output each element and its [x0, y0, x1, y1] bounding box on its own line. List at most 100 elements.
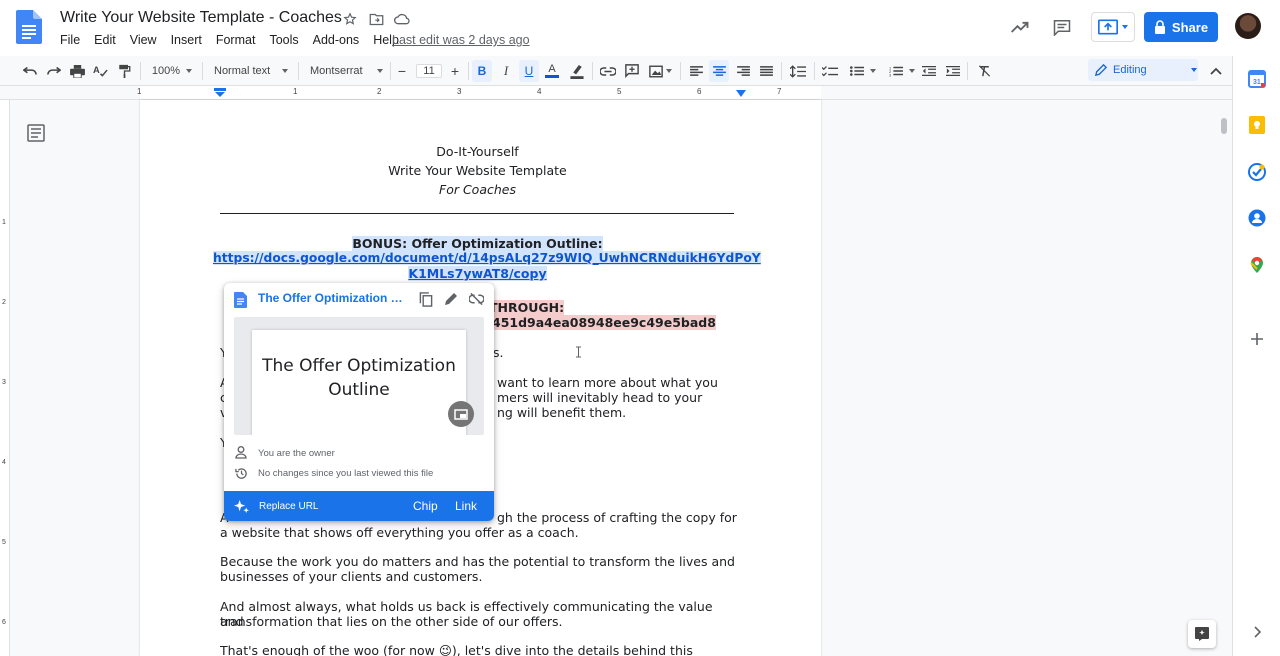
- add-icon[interactable]: [1248, 330, 1266, 348]
- chevron-right-icon[interactable]: [1248, 623, 1266, 641]
- paragraph-1-line-2[interactable]: mers will inevitably head to your: [497, 390, 727, 405]
- menu-edit[interactable]: Edit: [87, 32, 123, 47]
- maps-icon[interactable]: [1248, 256, 1266, 274]
- editing-mode-select[interactable]: Editing: [1088, 59, 1198, 81]
- align-center-icon[interactable]: [709, 60, 729, 82]
- zoom-value: 100%: [151, 65, 181, 77]
- lock-icon: [1154, 20, 1165, 34]
- paragraph-1-line-1[interactable]: want to learn more about what you: [497, 375, 727, 390]
- svg-text:A: A: [93, 65, 100, 75]
- line-spacing-icon[interactable]: [787, 60, 809, 82]
- document-outline-icon[interactable]: [27, 124, 45, 142]
- bonus-label[interactable]: BONUS: Offer Optimization Outline:: [352, 236, 603, 251]
- highlight-color-icon[interactable]: [567, 60, 587, 82]
- align-right-icon[interactable]: [733, 60, 753, 82]
- pencil-icon: [1095, 64, 1107, 76]
- decrease-font-size-button[interactable]: −: [393, 60, 411, 82]
- explore-button[interactable]: [1188, 620, 1216, 648]
- spellcheck-icon[interactable]: A: [90, 60, 110, 82]
- bonus-url-link[interactable]: https://docs.google.com/document/d/14psA…: [213, 251, 761, 265]
- edit-link-icon[interactable]: [444, 292, 458, 306]
- menu-file[interactable]: File: [53, 32, 87, 47]
- insert-link-icon[interactable]: [598, 60, 618, 82]
- remove-link-icon[interactable]: [469, 292, 484, 306]
- right-indent-marker-icon[interactable]: [736, 90, 746, 98]
- align-justify-icon[interactable]: [756, 60, 776, 82]
- ruler-mark: 4: [537, 87, 542, 96]
- font-select[interactable]: Montserrat: [306, 60, 386, 82]
- insert-image-icon[interactable]: [646, 60, 674, 82]
- undo-icon[interactable]: [20, 60, 40, 82]
- chip-button[interactable]: Chip: [413, 499, 438, 513]
- text-color-button[interactable]: A: [542, 60, 562, 82]
- avatar[interactable]: [1235, 13, 1261, 39]
- link-button[interactable]: Link: [455, 499, 477, 513]
- bulleted-list-icon[interactable]: [845, 60, 881, 82]
- copy-link-icon[interactable]: [419, 292, 433, 307]
- underline-button[interactable]: U: [519, 60, 539, 82]
- paint-format-icon[interactable]: [114, 60, 134, 82]
- italic-button[interactable]: I: [496, 60, 516, 82]
- collapse-menus-icon[interactable]: [1206, 60, 1226, 82]
- doc-fragment[interactable]: s.: [493, 345, 513, 360]
- doc-heading-1[interactable]: Do-It-Yourself: [220, 144, 735, 159]
- style-select[interactable]: Normal text: [210, 60, 292, 82]
- activity-trend-icon[interactable]: [1008, 9, 1032, 45]
- paragraph-5-line-1[interactable]: That's enough of the woo (for now 😉), le…: [220, 643, 735, 656]
- present-button[interactable]: [1091, 12, 1135, 42]
- numbered-list-icon[interactable]: 123: [884, 60, 920, 82]
- paragraph-3-line-2[interactable]: businesses of your clients and customers…: [220, 569, 735, 584]
- paragraph-2-line-2[interactable]: a website that shows off everything you …: [220, 525, 735, 540]
- vertical-ruler[interactable]: 1 2 3 4 5 6: [0, 100, 10, 656]
- ruler-mark: 7: [777, 87, 782, 96]
- header: Write Your Website Template - Coaches Fi…: [0, 0, 1280, 56]
- menu-insert[interactable]: Insert: [164, 32, 209, 47]
- paragraph-4-line-2[interactable]: transformation that lies on the other si…: [220, 614, 735, 629]
- cloud-status-icon[interactable]: [392, 10, 412, 28]
- contacts-icon[interactable]: [1248, 209, 1266, 227]
- comment-history-icon[interactable]: [1050, 9, 1074, 45]
- paragraph-3-line-1[interactable]: Because the work you do matters and has …: [220, 554, 735, 569]
- redo-icon[interactable]: [44, 60, 64, 82]
- calendar-icon[interactable]: 31: [1248, 70, 1266, 88]
- ruler-page-area: 1 1 2 3 4 5 6 7: [137, 86, 821, 99]
- print-icon[interactable]: [67, 60, 87, 82]
- tasks-icon[interactable]: [1248, 163, 1266, 181]
- font-size-input[interactable]: 11: [415, 60, 443, 82]
- increase-indent-icon[interactable]: [943, 60, 963, 82]
- move-folder-icon[interactable]: [366, 10, 386, 28]
- clear-formatting-icon[interactable]: [974, 60, 994, 82]
- menu-format[interactable]: Format: [209, 32, 263, 47]
- star-icon[interactable]: [340, 10, 360, 28]
- zoom-select[interactable]: 100%: [148, 60, 196, 82]
- document-title[interactable]: Write Your Website Template - Coaches: [60, 9, 342, 27]
- preview-expand-icon[interactable]: [448, 401, 474, 427]
- walkthrough-label[interactable]: THROUGH:: [489, 300, 565, 315]
- doc-heading-3[interactable]: For Coaches: [220, 182, 735, 197]
- bold-button[interactable]: B: [472, 60, 492, 82]
- align-left-icon[interactable]: [686, 60, 706, 82]
- menu-add-ons[interactable]: Add-ons: [306, 32, 367, 47]
- linked-doc-thumbnail[interactable]: The Offer Optimization Outline: [234, 317, 484, 435]
- left-indent-marker-icon[interactable]: [214, 88, 226, 98]
- thumbnail-page: The Offer Optimization Outline: [252, 330, 466, 435]
- share-button[interactable]: Share: [1144, 12, 1218, 42]
- doc-heading-2[interactable]: Write Your Website Template: [220, 163, 735, 178]
- add-comment-icon[interactable]: [622, 60, 642, 82]
- docs-logo-icon[interactable]: [16, 10, 42, 44]
- scrollbar-thumb[interactable]: [1221, 118, 1227, 134]
- checklist-icon[interactable]: [819, 60, 841, 82]
- decrease-indent-icon[interactable]: [919, 60, 939, 82]
- keep-icon[interactable]: [1248, 116, 1266, 134]
- increase-font-size-button[interactable]: +: [446, 60, 464, 82]
- menu-tools[interactable]: Tools: [262, 32, 305, 47]
- last-edit-link[interactable]: Last edit was 2 days ago: [392, 33, 530, 47]
- owner-status: You are the owner: [258, 448, 335, 459]
- replace-url-button[interactable]: Replace URL: [259, 501, 318, 512]
- paragraph-1-line-3[interactable]: ng will benefit them.: [497, 405, 727, 420]
- bonus-url-link-2[interactable]: K1MLs7ywAT8/copy: [408, 266, 547, 281]
- paragraph-2-line-1[interactable]: gh the process of crafting the copy for: [497, 510, 737, 525]
- linked-doc-title[interactable]: The Offer Optimization Outline: [258, 291, 408, 305]
- walkthrough-url[interactable]: 451d9a4ea08948ee9c49e5bad8: [492, 315, 716, 330]
- menu-view[interactable]: View: [123, 32, 164, 47]
